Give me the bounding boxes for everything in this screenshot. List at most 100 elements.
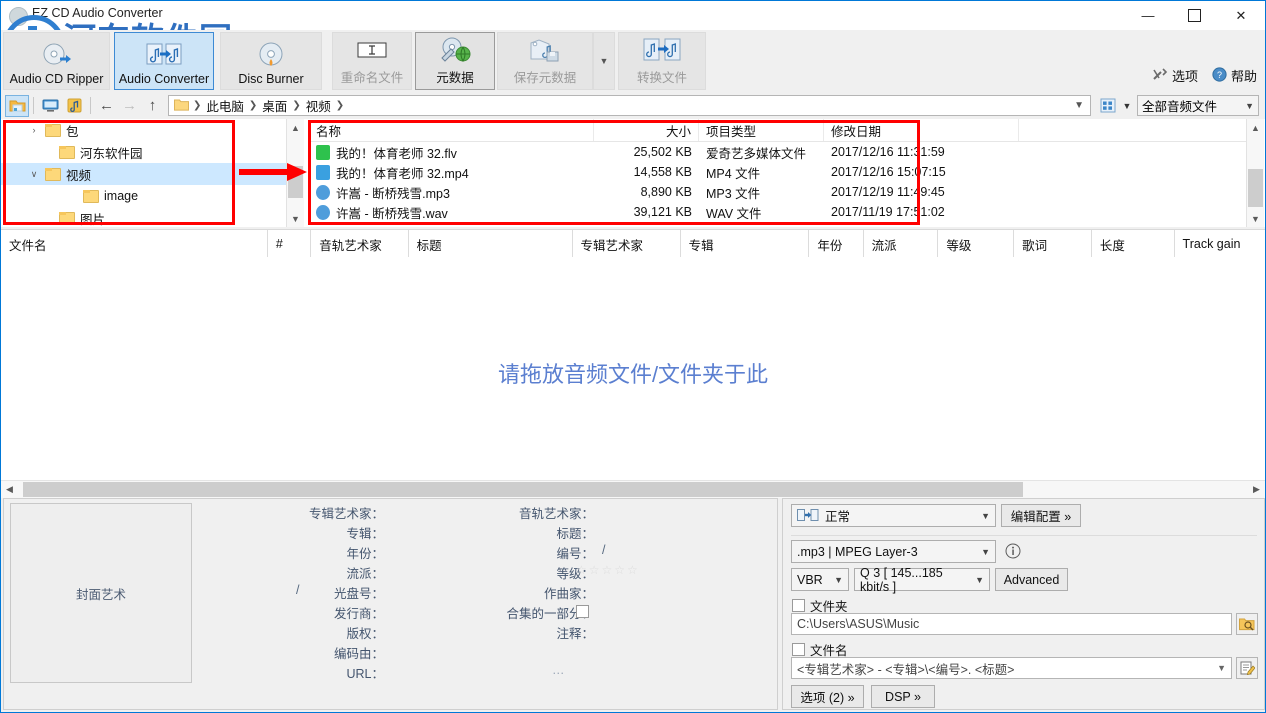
options-button[interactable]: 选项 (2) » bbox=[791, 685, 864, 708]
tracklist-column-length[interactable]: 长度 bbox=[1092, 230, 1175, 258]
column-header-size[interactable]: 大小 bbox=[594, 119, 699, 141]
column-header-name[interactable]: 名称 bbox=[309, 119, 594, 141]
field-disc-number-value[interactable]: / bbox=[296, 583, 299, 597]
tracklist-column-lyrics[interactable]: 歌词 bbox=[1014, 230, 1092, 258]
computer-view-icon[interactable] bbox=[38, 95, 62, 117]
scroll-down-icon[interactable]: ▼ bbox=[1247, 210, 1264, 227]
file-name: 我的！体育老师 32.flv bbox=[336, 146, 457, 161]
file-list-scroll-thumb[interactable] bbox=[1248, 169, 1263, 207]
advanced-button[interactable]: Advanced bbox=[995, 568, 1068, 591]
tracklist-column-album-artist[interactable]: 专辑艺术家 bbox=[573, 230, 681, 258]
toolbar-button-metadata[interactable]: 元数据 bbox=[415, 32, 495, 90]
breadcrumb[interactable]: ❯ 此电脑 ❯ 桌面 ❯ 视频 ❯ ▼ bbox=[168, 95, 1091, 116]
up-button[interactable]: ↑ bbox=[141, 95, 164, 117]
tracklist-drop-area[interactable]: 请拖放音频文件/文件夹于此 bbox=[1, 257, 1265, 480]
tracklist-column-genre[interactable]: 流派 bbox=[864, 230, 939, 258]
scroll-down-icon[interactable]: ▼ bbox=[287, 210, 304, 227]
maximize-button[interactable] bbox=[1171, 1, 1217, 30]
tree-vertical-scrollbar[interactable]: ▲ ▼ bbox=[286, 119, 304, 227]
more-fields-button[interactable]: … bbox=[552, 663, 568, 677]
minimize-button[interactable]: — bbox=[1125, 1, 1171, 30]
forward-button[interactable]: → bbox=[118, 95, 141, 117]
field-disc-number: 光盘号： bbox=[194, 583, 384, 602]
tree-item-4[interactable]: 图片 bbox=[1, 207, 286, 227]
tracklist-column-track-artist[interactable]: 音轨艺术家 bbox=[311, 230, 409, 258]
scroll-up-icon[interactable]: ▲ bbox=[287, 119, 304, 136]
scroll-right-icon[interactable]: ▶ bbox=[1248, 481, 1265, 498]
tracklist-header: 文件名 # 音轨艺术家 标题 专辑艺术家 专辑 年份 流派 等级 歌词 长度 T… bbox=[1, 229, 1265, 259]
tracklist-scroll-thumb[interactable] bbox=[23, 482, 1023, 497]
info-icon[interactable] bbox=[1005, 543, 1021, 562]
view-mode-button[interactable] bbox=[1097, 95, 1119, 116]
file-name: 许嵩 - 断桥残雪.mp3 bbox=[336, 186, 450, 201]
tree-item-label: image bbox=[104, 189, 139, 203]
file-row[interactable]: 我的！体育老师 32.mp4 14,558 KB MP4 文件 2017/12/… bbox=[309, 162, 1246, 182]
tracklist-column-album[interactable]: 专辑 bbox=[681, 230, 810, 258]
output-folder-input[interactable]: C:\Users\ASUS\Music bbox=[791, 613, 1232, 635]
chevron-down-icon[interactable]: ∨ bbox=[23, 169, 45, 180]
tracklist-column-title[interactable]: 标题 bbox=[409, 230, 573, 258]
file-list[interactable]: 名称 大小 项目类型 修改日期 我的！体育老师 32.flv 25,502 KB… bbox=[309, 119, 1246, 227]
music-view-icon[interactable] bbox=[62, 95, 86, 117]
edit-profile-button[interactable]: 编辑配置 » bbox=[1001, 504, 1081, 527]
tracklist-column-rating[interactable]: 等级 bbox=[938, 230, 1015, 258]
field-label: 专辑： bbox=[346, 527, 384, 541]
cover-art-placeholder[interactable]: 封面艺术 bbox=[10, 503, 192, 683]
field-track-number-value[interactable]: / bbox=[602, 543, 605, 557]
breadcrumb-item-2[interactable]: 视频 bbox=[303, 96, 334, 115]
options-link[interactable]: 选项 bbox=[1152, 66, 1198, 85]
toolbar-button-disc-burner[interactable]: Disc Burner bbox=[220, 32, 322, 90]
chevron-right-icon[interactable]: › bbox=[23, 125, 45, 135]
view-mode-dropdown-icon[interactable]: ▼ bbox=[1119, 95, 1135, 116]
edit-pattern-button[interactable] bbox=[1236, 657, 1258, 679]
tracklist-horizontal-scrollbar[interactable]: ◀ ▶ bbox=[1, 480, 1265, 498]
folder-tree[interactable]: › 包 河东软件园 ∨ 视频 image 图片 bbox=[1, 119, 286, 227]
breadcrumb-dropdown-icon[interactable]: ▼ bbox=[1074, 100, 1087, 111]
profile-dropdown[interactable]: 正常 ▼ bbox=[791, 504, 996, 527]
file-row[interactable]: 我的！体育老师 32.flv 25,502 KB 爱奇艺多媒体文件 2017/1… bbox=[309, 142, 1246, 162]
filename-pattern-input[interactable]: <专辑艺术家> - <专辑>\<编号>. <标题> ▼ bbox=[791, 657, 1232, 679]
file-list-vertical-scrollbar[interactable]: ▲ ▼ bbox=[1246, 119, 1264, 227]
quality-dropdown[interactable]: Q 3 [ 145...185 kbit/s ] ▼ bbox=[854, 565, 990, 594]
toolbar-button-rename-file[interactable]: 重命名文件 bbox=[332, 32, 412, 90]
column-header-date[interactable]: 修改日期 bbox=[824, 119, 1019, 141]
browse-folder-button[interactable] bbox=[1236, 613, 1258, 635]
help-link[interactable]: ? 帮助 bbox=[1212, 66, 1257, 85]
toolbar-button-convert-files[interactable]: 转换文件 bbox=[618, 32, 706, 90]
breadcrumb-item-0[interactable]: 此电脑 bbox=[203, 96, 247, 115]
chevron-down-icon[interactable]: ▼ bbox=[1217, 663, 1226, 673]
toolbar-button-audio-cd-ripper[interactable]: Audio CD Ripper bbox=[3, 32, 110, 90]
scroll-up-icon[interactable]: ▲ bbox=[1247, 119, 1264, 136]
file-row[interactable]: 许嵩 - 断桥残雪.wav 39,121 KB WAV 文件 2017/11/1… bbox=[309, 202, 1246, 222]
tree-item-3[interactable]: image bbox=[1, 185, 286, 207]
tracklist-column-filename[interactable]: 文件名 bbox=[1, 230, 268, 258]
tree-scroll-thumb[interactable] bbox=[288, 166, 303, 198]
tree-item-2[interactable]: ∨ 视频 bbox=[1, 163, 286, 185]
scroll-left-icon[interactable]: ◀ bbox=[1, 481, 18, 498]
nav-separator bbox=[33, 97, 34, 114]
dsp-button[interactable]: DSP » bbox=[871, 685, 935, 708]
tracklist-column-track-gain[interactable]: Track gain bbox=[1175, 230, 1265, 258]
file-filter-dropdown[interactable]: 全部音频文件 ▼ bbox=[1137, 95, 1259, 116]
tracklist-column-year[interactable]: 年份 bbox=[809, 230, 864, 258]
folder-view-icon[interactable] bbox=[5, 94, 29, 117]
tree-item-0[interactable]: › 包 bbox=[1, 119, 286, 141]
app-window: EZ CD Audio Converter — ✕ 河东软件园 www.pc03… bbox=[0, 0, 1266, 713]
tracklist-column-number[interactable]: # bbox=[268, 230, 312, 258]
close-button[interactable]: ✕ bbox=[1217, 1, 1265, 30]
breadcrumb-item-1[interactable]: 桌面 bbox=[259, 96, 290, 115]
compilation-checkbox[interactable] bbox=[576, 605, 589, 618]
file-row[interactable]: 许嵩 - 断桥残雪.mp3 8,890 KB MP3 文件 2017/12/19… bbox=[309, 182, 1246, 202]
checkbox-icon bbox=[792, 599, 805, 612]
toolbar-label: Audio CD Ripper bbox=[9, 72, 104, 86]
bitrate-mode-dropdown[interactable]: VBR ▼ bbox=[791, 568, 849, 591]
toolbar-button-audio-converter[interactable]: Audio Converter bbox=[114, 32, 214, 90]
save-metadata-dropdown-button[interactable]: ▼ bbox=[593, 32, 615, 90]
column-header-type[interactable]: 项目类型 bbox=[699, 119, 824, 141]
quality-value: Q 3 [ 145...185 kbit/s ] bbox=[860, 565, 943, 594]
format-dropdown[interactable]: .mp3 | MPEG Layer-3 ▼ bbox=[791, 540, 996, 563]
toolbar-button-save-metadata[interactable]: 保存元数据 bbox=[497, 32, 593, 90]
rating-stars[interactable]: ☆☆☆☆☆ bbox=[576, 563, 640, 577]
tree-item-1[interactable]: 河东软件园 bbox=[1, 141, 286, 163]
back-button[interactable]: ← bbox=[95, 95, 118, 117]
